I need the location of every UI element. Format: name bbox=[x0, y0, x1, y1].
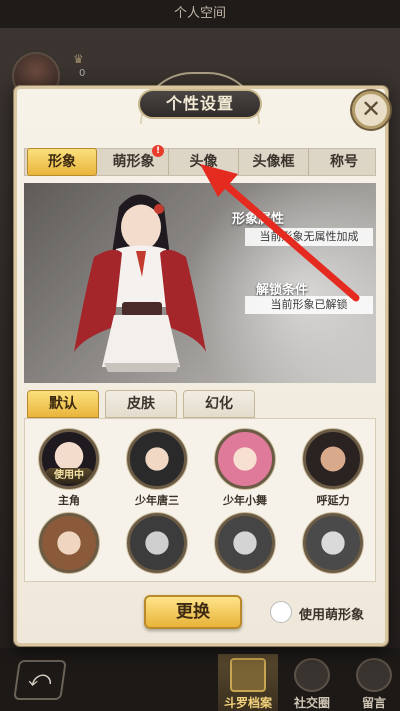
tab-appearance[interactable]: 形象 bbox=[27, 148, 97, 176]
screen-title: 个人空间 bbox=[0, 0, 400, 28]
character-item[interactable]: 使用中 主角 bbox=[29, 429, 109, 508]
tab-moe-appearance[interactable]: 萌形象 ! bbox=[99, 145, 169, 175]
use-moe-radio[interactable] bbox=[270, 601, 292, 623]
character-avatar bbox=[39, 513, 99, 573]
change-button[interactable]: 更换 bbox=[144, 595, 242, 629]
character-item[interactable]: 呼延力 bbox=[293, 429, 373, 508]
notification-badge: ! bbox=[152, 145, 164, 157]
tab-title[interactable]: 称号 bbox=[309, 149, 379, 175]
character-avatar bbox=[303, 513, 363, 573]
tab-avatar-frame[interactable]: 头像框 bbox=[239, 149, 309, 175]
character-item[interactable]: 少年小舞 bbox=[205, 429, 285, 508]
attribute-title: 形象属性 bbox=[232, 212, 285, 227]
main-tabs: 形象 萌形象 ! 头像 头像框 称号 bbox=[24, 145, 379, 176]
character-item[interactable] bbox=[29, 513, 109, 576]
character-item[interactable]: 少年唐三 bbox=[117, 429, 197, 508]
tab-message[interactable]: 留言 bbox=[344, 654, 400, 711]
character-avatar bbox=[127, 513, 187, 573]
character-item[interactable] bbox=[205, 513, 285, 576]
archive-icon bbox=[230, 658, 266, 692]
message-icon bbox=[356, 658, 392, 692]
attribute-value: 当前形象无属性加成 bbox=[245, 228, 373, 246]
character-avatar bbox=[303, 429, 363, 489]
subtab-skin[interactable]: 皮肤 bbox=[105, 390, 177, 418]
unlock-value: 当前形象已解锁 bbox=[245, 296, 373, 314]
social-icon bbox=[294, 658, 330, 692]
tab-douluo-archive[interactable]: 斗罗档案 bbox=[218, 654, 278, 711]
character-preview bbox=[24, 183, 376, 383]
background-counter: 0 bbox=[79, 68, 86, 79]
subtab-transform[interactable]: 幻化 bbox=[183, 390, 255, 418]
modal-title: 个性设置 bbox=[138, 89, 262, 119]
subtab-default[interactable]: 默认 bbox=[27, 390, 99, 418]
character-avatar bbox=[127, 429, 187, 489]
character-avatar: 使用中 bbox=[39, 429, 99, 489]
back-button[interactable]: ⤺ bbox=[13, 660, 67, 700]
tab-social-circle[interactable]: 社交圈 bbox=[282, 654, 342, 711]
character-item[interactable] bbox=[117, 513, 197, 576]
close-button[interactable]: ✕ bbox=[352, 91, 390, 129]
use-moe-label: 使用萌形象 bbox=[299, 608, 365, 623]
crown-icon: ♛ bbox=[73, 52, 84, 66]
character-avatar bbox=[215, 513, 275, 573]
tab-avatar[interactable]: 头像 bbox=[169, 149, 239, 175]
in-use-badge: 使用中 bbox=[44, 468, 94, 484]
character-avatar bbox=[215, 429, 275, 489]
character-grid: 使用中 主角 少年唐三 少年小舞 呼延力 bbox=[24, 418, 376, 582]
character-illustration bbox=[74, 194, 206, 372]
character-item[interactable] bbox=[293, 513, 373, 576]
